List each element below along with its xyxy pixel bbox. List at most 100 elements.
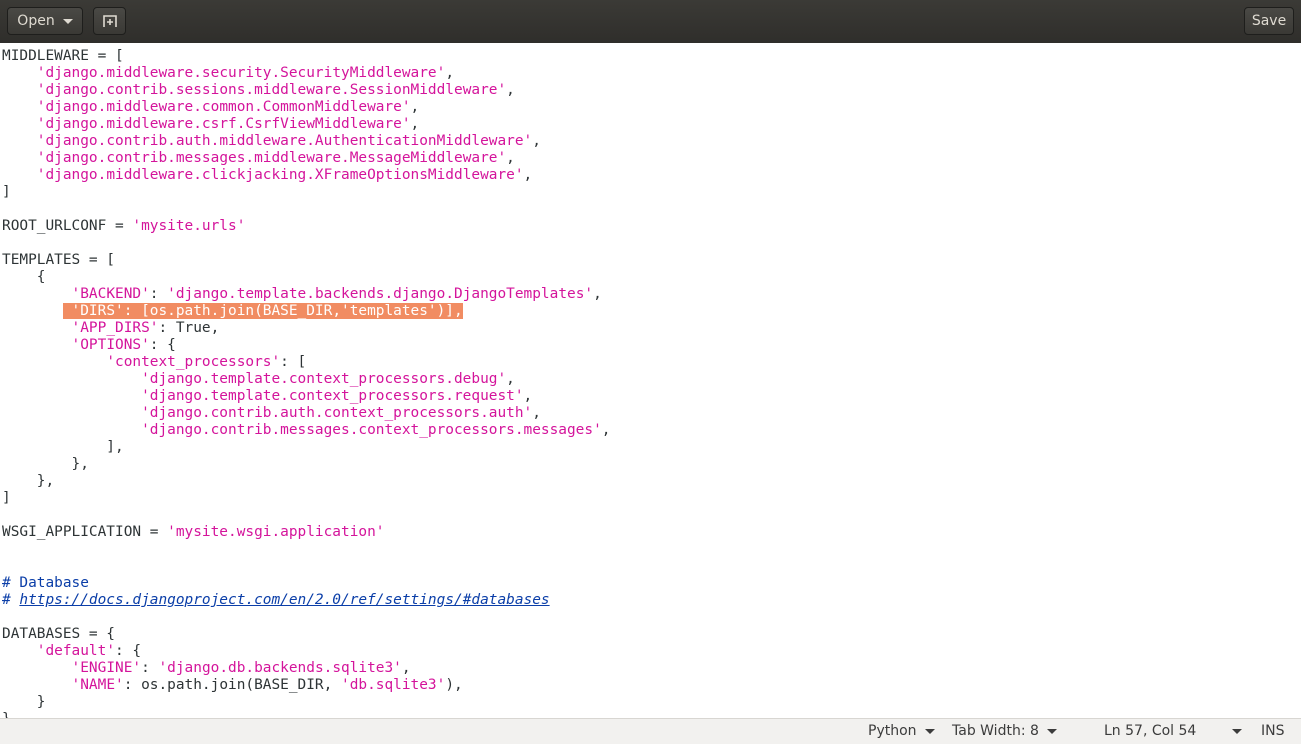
code-line: 'django.contrib.sessions.middleware.Sess… xyxy=(2,82,610,99)
code-text: }, xyxy=(2,456,89,472)
open-button-label: Open xyxy=(17,13,55,29)
code-line: MIDDLEWARE = [ xyxy=(2,48,610,65)
code-line: # Database xyxy=(2,575,610,592)
comment: # xyxy=(2,592,20,608)
status-bar: Python Tab Width: 8 Ln 57, Col 54 INS xyxy=(0,718,1301,744)
string-literal: 'context_processors' xyxy=(106,354,281,370)
code-line: 'context_processors': [ xyxy=(2,354,610,371)
save-button[interactable]: Save xyxy=(1244,7,1294,35)
code-line: DATABASES = { xyxy=(2,626,610,643)
code-text: ), xyxy=(445,677,463,693)
code-text: : xyxy=(149,286,168,302)
selected-text: 'DIRS': [os.path.join(BASE_DIR,'template… xyxy=(62,303,463,319)
string-literal: 'mysite.wsgi.application' xyxy=(167,524,385,540)
string-literal: 'django.template.backends.django.DjangoT… xyxy=(167,286,594,302)
code-line: 'DIRS': [os.path.join(BASE_DIR,'template… xyxy=(2,303,610,320)
string-literal: 'OPTIONS' xyxy=(71,337,150,353)
open-button[interactable]: Open xyxy=(7,7,83,35)
code-text: DATABASES = { xyxy=(2,626,115,642)
code-text: ] xyxy=(2,490,11,506)
code-text: ] xyxy=(2,184,11,200)
code-text: , xyxy=(593,286,602,302)
code-line: 'django.middleware.security.SecurityMidd… xyxy=(2,65,610,82)
code-text: MIDDLEWARE = [ xyxy=(2,48,124,64)
chevron-down-icon xyxy=(62,18,73,24)
insert-mode[interactable]: INS xyxy=(1261,723,1285,739)
code-text: TEMPLATES = [ xyxy=(2,252,115,268)
code-line: 'BACKEND': 'django.template.backends.dja… xyxy=(2,286,610,303)
string-literal: 'ENGINE' xyxy=(71,660,142,676)
code-text: } xyxy=(2,694,46,710)
code-text: } xyxy=(2,711,11,718)
code-text: : xyxy=(141,660,159,676)
code-text: WSGI_APPLICATION = xyxy=(2,524,168,540)
code-line: }, xyxy=(2,473,610,490)
string-literal: 'django.template.context_processors.debu… xyxy=(141,371,507,387)
string-literal: 'mysite.urls' xyxy=(132,218,246,234)
code-line: 'django.middleware.common.CommonMiddlewa… xyxy=(2,99,610,116)
string-literal: 'django.middleware.security.SecurityMidd… xyxy=(36,65,446,81)
code-line: 'default': { xyxy=(2,643,610,660)
comment-link[interactable]: https://docs.djangoproject.com/en/2.0/re… xyxy=(19,592,549,608)
language-selector[interactable]: Python xyxy=(868,723,935,739)
code-text: { xyxy=(2,269,46,285)
string-literal: 'BACKEND' xyxy=(71,286,150,302)
code-text: : [ xyxy=(280,354,307,370)
code-line: TEMPLATES = [ xyxy=(2,252,610,269)
code-line: 'ENGINE': 'django.db.backends.sqlite3', xyxy=(2,660,610,677)
code-text: : { xyxy=(115,643,142,659)
code-text: , xyxy=(532,405,541,421)
string-literal: 'django.contrib.auth.middleware.Authenti… xyxy=(36,133,533,149)
code-text: : { xyxy=(149,337,176,353)
code-text: : True, xyxy=(158,320,220,336)
code-line: 'django.template.context_processors.debu… xyxy=(2,371,610,388)
new-tab-button[interactable] xyxy=(93,7,126,35)
chevron-down-icon xyxy=(1232,728,1243,734)
code-line: 'django.contrib.auth.middleware.Authenti… xyxy=(2,133,610,150)
string-literal: 'django.contrib.messages.context_process… xyxy=(141,422,602,438)
code-line: } xyxy=(2,694,610,711)
code-text: , xyxy=(410,116,420,132)
code-text: , xyxy=(506,82,515,98)
code-line: # https://docs.djangoproject.com/en/2.0/… xyxy=(2,592,610,609)
code-line: } xyxy=(2,711,610,718)
cursor-position[interactable]: Ln 57, Col 54 xyxy=(1104,723,1243,739)
code-text: , xyxy=(601,422,611,438)
code-text: , xyxy=(410,99,420,115)
string-literal: 'django.middleware.common.CommonMiddlewa… xyxy=(36,99,411,115)
string-literal: 'django.contrib.sessions.middleware.Sess… xyxy=(36,82,507,98)
string-literal: 'django.db.backends.sqlite3' xyxy=(158,660,402,676)
text-editor-area[interactable]: MIDDLEWARE = [ 'django.middleware.securi… xyxy=(0,43,1301,718)
code-line: ] xyxy=(2,490,610,507)
tab-width-label: Tab Width: 8 xyxy=(952,723,1039,739)
code-text: , xyxy=(401,660,411,676)
code-line: 'APP_DIRS': True, xyxy=(2,320,610,337)
code-text: ROOT_URLCONF = xyxy=(2,218,133,234)
code-line: 'django.template.context_processors.requ… xyxy=(2,388,610,405)
code-line: ], xyxy=(2,439,610,456)
code-line: 'OPTIONS': { xyxy=(2,337,610,354)
code-view[interactable]: MIDDLEWARE = [ 'django.middleware.securi… xyxy=(2,48,610,718)
new-tab-icon xyxy=(102,15,117,27)
tab-width-selector[interactable]: Tab Width: 8 xyxy=(952,723,1057,739)
code-text: , xyxy=(523,388,533,404)
header-bar: Open Save xyxy=(0,0,1301,44)
comment: # Database xyxy=(2,575,89,591)
string-literal: 'django.contrib.messages.middleware.Mess… xyxy=(36,150,507,166)
code-line: 'django.middleware.clickjacking.XFrameOp… xyxy=(2,167,610,184)
